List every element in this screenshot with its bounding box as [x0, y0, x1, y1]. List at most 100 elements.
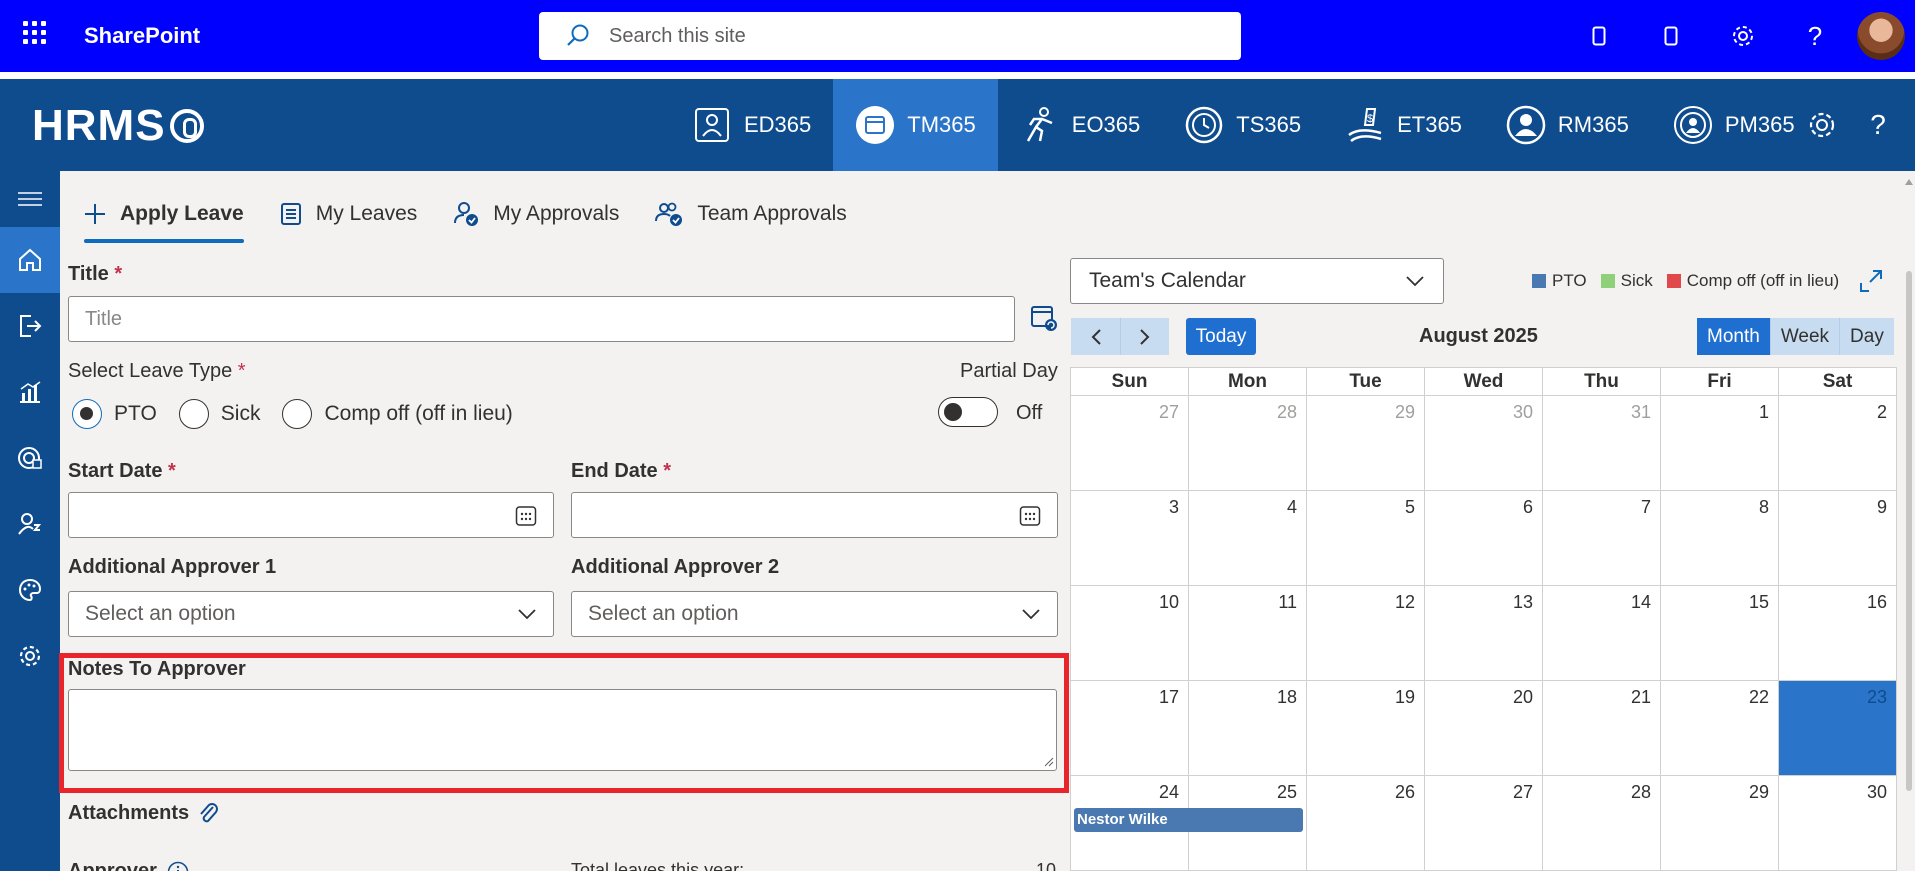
scrollbar-thumb[interactable]	[1906, 271, 1912, 791]
avatar[interactable]	[1857, 12, 1905, 60]
nav-eo365[interactable]: EO365	[998, 79, 1163, 171]
attachments-label[interactable]: Attachments	[68, 801, 219, 825]
weekday-label: Sat	[1779, 368, 1897, 396]
app-help-icon[interactable]: ?	[1861, 108, 1895, 142]
day-number: 30	[1866, 782, 1887, 802]
hrms-logo[interactable]: HRMS	[32, 101, 204, 151]
calendar-day[interactable]: 30	[1779, 776, 1897, 871]
nav-ed365[interactable]: ED365	[670, 79, 833, 171]
calendar-day[interactable]: 22	[1661, 681, 1779, 776]
calendar-day[interactable]: 14	[1543, 586, 1661, 681]
calendar-selector[interactable]: Team's Calendar	[1070, 258, 1444, 304]
calendar-day[interactable]: 31	[1543, 396, 1661, 491]
calendar-day[interactable]: 2	[1779, 396, 1897, 491]
settings-gear-icon[interactable]	[1707, 0, 1779, 72]
mobile-icon[interactable]	[1635, 0, 1707, 72]
app-settings-icon[interactable]	[1805, 108, 1839, 142]
calendar-day[interactable]: 27	[1425, 776, 1543, 871]
radio-pto[interactable]: PTO	[72, 399, 157, 429]
page-scrollbar[interactable]	[1903, 171, 1915, 871]
weekday-label: Tue	[1307, 368, 1425, 396]
tab-team-approvals[interactable]: Team Approvals	[655, 190, 847, 238]
radio-sick[interactable]: Sick	[178, 399, 260, 429]
tab-my-leaves[interactable]: My Leaves	[280, 190, 417, 238]
nav-et365[interactable]: $ ET365	[1323, 79, 1484, 171]
admin-settings-icon[interactable]	[0, 623, 60, 689]
prev-month-button[interactable]	[1071, 318, 1120, 355]
menu-toggle-icon[interactable]	[0, 171, 60, 227]
calendar-day[interactable]: 18	[1189, 681, 1307, 776]
next-month-button[interactable]	[1120, 318, 1169, 355]
search-input[interactable]	[609, 24, 1209, 48]
info-icon[interactable]	[167, 861, 189, 871]
calendar-day[interactable]: 17	[1071, 681, 1189, 776]
tab-apply-leave[interactable]: Apply Leave	[84, 190, 244, 243]
sharepoint-title[interactable]: SharePoint	[84, 23, 200, 49]
approver2-dropdown[interactable]: Select an option	[571, 591, 1058, 637]
calendar-day-today[interactable]: 23	[1779, 681, 1897, 776]
day-number: 21	[1630, 687, 1651, 707]
title-input[interactable]	[68, 296, 1015, 342]
site-search-box[interactable]	[539, 12, 1241, 60]
view-week-button[interactable]: Week	[1769, 318, 1840, 355]
calendar-day[interactable]: 5	[1307, 491, 1425, 586]
calendar-day[interactable]: 20	[1425, 681, 1543, 776]
view-day-button[interactable]: Day	[1839, 318, 1894, 355]
sign-out-icon[interactable]	[0, 293, 60, 359]
day-number: 27	[1158, 402, 1179, 422]
view-month-button[interactable]: Month	[1697, 318, 1770, 355]
help-icon[interactable]: ?	[1779, 0, 1851, 72]
calendar-day[interactable]: 11	[1189, 586, 1307, 681]
scroll-up-icon[interactable]	[1905, 179, 1913, 185]
nav-ts365[interactable]: TS365	[1162, 79, 1323, 171]
calendar-day[interactable]: 10	[1071, 586, 1189, 681]
theme-palette-icon[interactable]	[0, 557, 60, 623]
calendar-day[interactable]: 8	[1661, 491, 1779, 586]
end-date-field[interactable]	[571, 492, 1058, 538]
calendar-day[interactable]: 13	[1425, 586, 1543, 681]
reports-chart-icon[interactable]	[0, 359, 60, 425]
calendar-day[interactable]: 15	[1661, 586, 1779, 681]
nav-rm365[interactable]: RM365	[1484, 79, 1651, 171]
calendar-day[interactable]: 28	[1543, 776, 1661, 871]
home-icon[interactable]	[0, 227, 60, 293]
calendar-day[interactable]: 16	[1779, 586, 1897, 681]
week-row: 3 4 5 6 7 8 9	[1071, 491, 1897, 586]
radio-comp-off[interactable]: Comp off (off in lieu)	[282, 399, 513, 429]
calendar-day[interactable]: 9	[1779, 491, 1897, 586]
expand-icon[interactable]	[1858, 268, 1884, 294]
calendar-refresh-icon[interactable]	[1030, 304, 1058, 332]
approver-label: Approver	[68, 860, 189, 871]
dashboard-icon[interactable]	[0, 425, 60, 491]
employee-directory-icon	[692, 105, 732, 145]
calendar-day[interactable]: 4	[1189, 491, 1307, 586]
partial-day-toggle[interactable]	[938, 397, 998, 427]
app-launcher-icon[interactable]	[20, 18, 48, 46]
calendar-event[interactable]: Nestor Wilke	[1074, 808, 1303, 832]
calendar-day[interactable]: 6	[1425, 491, 1543, 586]
device-icon[interactable]	[1563, 0, 1635, 72]
calendar-day[interactable]: 29	[1307, 396, 1425, 491]
user-settings-icon[interactable]	[0, 491, 60, 557]
today-button[interactable]: Today	[1186, 318, 1256, 355]
calendar-picker-icon[interactable]	[1019, 505, 1041, 527]
tab-my-approvals[interactable]: My Approvals	[453, 190, 619, 238]
calendar-day[interactable]: 12	[1307, 586, 1425, 681]
nav-tm365[interactable]: TM365	[833, 79, 998, 171]
calendar-day[interactable]: 1	[1661, 396, 1779, 491]
calendar-picker-icon[interactable]	[515, 505, 537, 527]
calendar-day[interactable]: 29	[1661, 776, 1779, 871]
start-date-field[interactable]	[68, 492, 554, 538]
calendar-day[interactable]: 26	[1307, 776, 1425, 871]
title-label: Title *	[68, 263, 123, 285]
calendar-day[interactable]: 30	[1425, 396, 1543, 491]
approver1-dropdown[interactable]: Select an option	[68, 591, 554, 637]
notes-textarea[interactable]	[68, 689, 1057, 771]
calendar-day[interactable]: 28	[1189, 396, 1307, 491]
calendar-day[interactable]: 27	[1071, 396, 1189, 491]
calendar-day[interactable]: 19	[1307, 681, 1425, 776]
calendar-day[interactable]: 3	[1071, 491, 1189, 586]
calendar-day[interactable]: 7	[1543, 491, 1661, 586]
nav-pm365[interactable]: PM365	[1651, 79, 1817, 171]
calendar-day[interactable]: 21	[1543, 681, 1661, 776]
